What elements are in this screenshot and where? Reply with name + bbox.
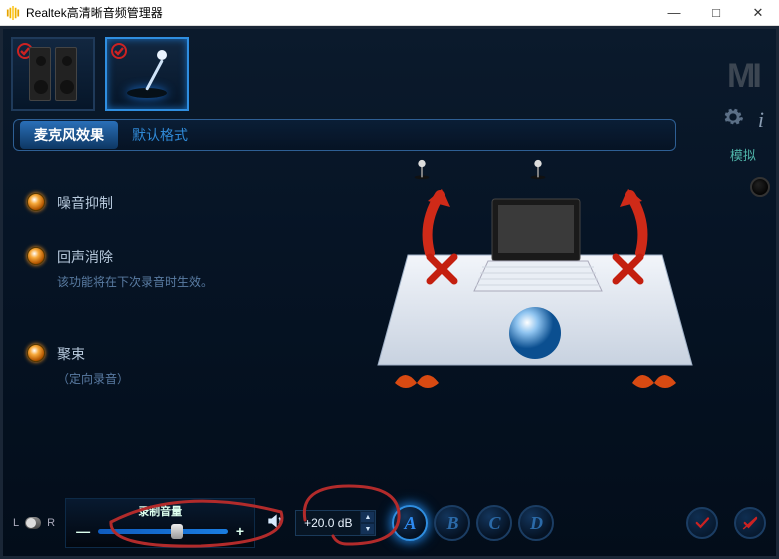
volume-increase-button[interactable]: + (236, 523, 244, 539)
radio-beamforming[interactable] (27, 344, 45, 362)
label-noise-suppression: 噪音抑制 (57, 193, 113, 213)
tab-strip: 麦克风效果 默认格式 (13, 119, 676, 151)
device-tile-speakers[interactable] (11, 37, 95, 111)
balance-toggle[interactable] (25, 517, 41, 529)
bottom-bar: L R 录制音量 — + +20.0 dB ▲ ▼ A B C (13, 498, 766, 548)
volume-decrease-button[interactable]: — (76, 523, 90, 539)
sublabel-echo-cancel: 该功能将在下次录音时生效。 (57, 273, 213, 290)
label-echo-cancel: 回声消除 (57, 247, 213, 267)
app-frame: MI i 模拟 麦克风效果 默认格式 噪音抑制 回声消除 该功能将在 (0, 26, 779, 559)
apply-button[interactable] (686, 507, 718, 539)
volume-slider-thumb[interactable] (171, 524, 183, 539)
window-title: Realtek高清晰音频管理器 (26, 4, 653, 21)
effect-options: 噪音抑制 回声消除 该功能将在下次录音时生效。 聚束 （定向录音） (27, 165, 287, 425)
mic-boost-down-button[interactable]: ▼ (360, 523, 375, 535)
app-icon (6, 6, 20, 20)
preset-row: A B C D (392, 505, 554, 541)
bow-icon (395, 375, 439, 388)
radio-echo-cancel[interactable] (27, 247, 45, 265)
brand-logo: MI (727, 57, 759, 96)
mic-boost-up-button[interactable]: ▲ (360, 511, 375, 523)
rear-jack-icon[interactable] (750, 177, 770, 197)
mic-boost-value: +20.0 dB (296, 513, 360, 533)
mic-icon-right (527, 159, 549, 181)
radio-noise-suppression[interactable] (27, 193, 45, 211)
sublabel-beamforming: （定向录音） (57, 370, 129, 387)
mic-boost-box: +20.0 dB ▲ ▼ (295, 510, 376, 536)
device-selector-row (3, 29, 776, 115)
simulate-link[interactable]: 模拟 (730, 145, 756, 164)
tab-default-format[interactable]: 默认格式 (118, 121, 202, 149)
right-util-column: MI i 模拟 (722, 57, 764, 164)
recording-volume-title: 录制音量 (76, 503, 244, 519)
window-titlebar: Realtek高清晰音频管理器 — □ ✕ (0, 0, 779, 26)
preset-C-button[interactable]: C (476, 505, 512, 541)
tab-mic-effects[interactable]: 麦克风效果 (20, 121, 118, 149)
preset-D-button[interactable]: D (518, 505, 554, 541)
cancel-icon (741, 514, 759, 532)
device-tile-microphone[interactable] (105, 37, 189, 111)
desk-illustration (370, 165, 700, 415)
speakers-device-icon (29, 47, 77, 101)
gear-icon[interactable] (722, 106, 744, 133)
microphone-device-icon (117, 44, 177, 104)
beamforming-illustration (307, 165, 762, 425)
recording-volume-block: 录制音量 — + (65, 498, 255, 548)
mic-icon-left (411, 159, 433, 181)
info-icon[interactable]: i (758, 107, 764, 133)
bow-icon (632, 375, 676, 388)
preset-A-button[interactable]: A (392, 505, 428, 541)
preset-B-button[interactable]: B (434, 505, 470, 541)
minimize-button[interactable]: — (653, 0, 695, 26)
balance-L-label: L (13, 517, 19, 529)
maximize-button[interactable]: □ (695, 0, 737, 26)
apply-icon (693, 514, 711, 532)
balance-R-label: R (47, 517, 55, 529)
label-beamforming: 聚束 (57, 344, 129, 364)
volume-icon[interactable] (265, 511, 285, 536)
cancel-button[interactable] (734, 507, 766, 539)
close-button[interactable]: ✕ (737, 0, 779, 26)
volume-slider[interactable] (98, 529, 228, 534)
